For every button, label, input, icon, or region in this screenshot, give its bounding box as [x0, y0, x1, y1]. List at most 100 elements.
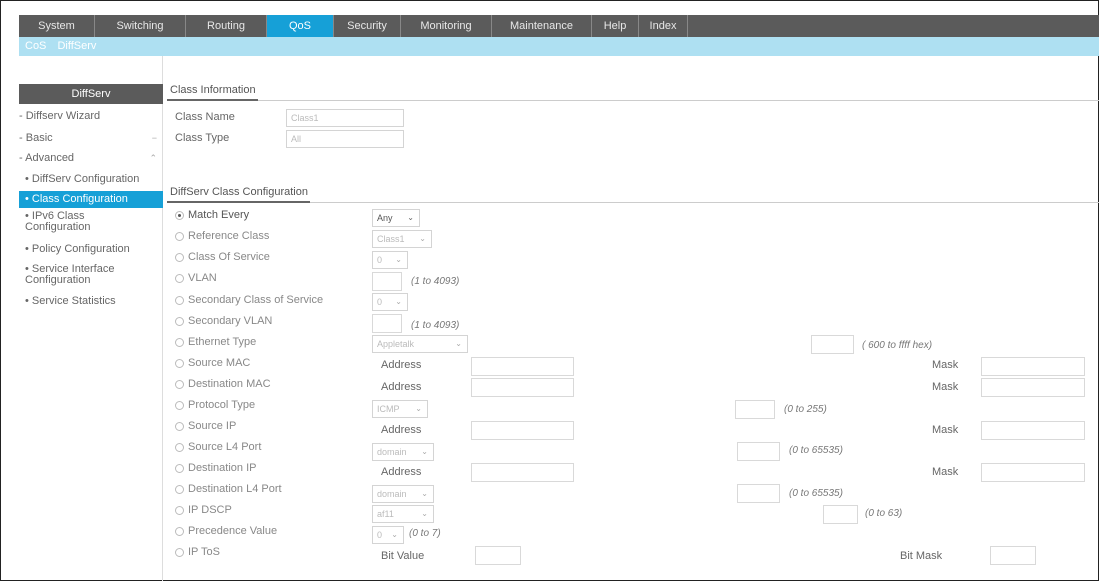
destination-ip-mask-label: Mask	[932, 466, 959, 478]
tab-routing[interactable]: Routing	[186, 15, 267, 37]
secondary-cos-radio[interactable]	[175, 296, 184, 305]
sidebar-item-label: IPv6 Class Configuration	[25, 210, 91, 233]
chevron-down-icon: ⌄	[415, 404, 422, 413]
vlan-input[interactable]	[372, 272, 402, 291]
reference-class-radio[interactable]	[175, 232, 184, 241]
secondary-vlan-radio[interactable]	[175, 317, 184, 326]
page-frame	[0, 0, 1099, 581]
sidebar-item-service-interface-configuration[interactable]: • Service Interface Configuration	[19, 264, 139, 286]
tab-switching[interactable]: Switching	[95, 15, 186, 37]
ip-tos-label: IP ToS	[188, 546, 221, 558]
source-mac-radio[interactable]	[175, 359, 184, 368]
tab-monitoring[interactable]: Monitoring	[401, 15, 492, 37]
class-info-underline	[167, 99, 258, 101]
ethernet-type-input[interactable]	[811, 335, 854, 354]
ip-tos-bit-mask-input[interactable]	[990, 546, 1036, 565]
sidebar-item-advanced[interactable]: - Advanced ⌃	[19, 152, 163, 164]
ip-dscp-input[interactable]	[823, 505, 858, 524]
match-every-select[interactable]: Any ⌄	[372, 209, 420, 227]
destination-l4-port-input[interactable]	[737, 484, 780, 503]
collapse-arrow-icon: ⌃	[149, 153, 157, 163]
ethernet-type-hint: ( 600 to ffff hex)	[862, 340, 933, 351]
reference-class-value: Class1	[377, 234, 405, 244]
vlan-radio[interactable]	[175, 274, 184, 283]
source-l4-port-select[interactable]: domain ⌄	[372, 443, 434, 461]
sidebar-item-label: Class Configuration	[31, 193, 128, 205]
source-mac-address-label: Address	[381, 359, 422, 371]
tab-security[interactable]: Security	[334, 15, 401, 37]
precedence-value-hint: (0 to 7)	[409, 528, 441, 539]
sidebar-item-ipv6-class-configuration[interactable]: • IPv6 Class Configuration	[19, 211, 129, 233]
ip-dscp-select[interactable]: af11 ⌄	[372, 505, 434, 523]
sidebar-item-service-statistics[interactable]: • Service Statistics	[19, 295, 163, 307]
destination-mac-label: Destination MAC	[188, 378, 271, 390]
ip-dscp-radio[interactable]	[175, 506, 184, 515]
source-l4-port-radio[interactable]	[175, 443, 184, 452]
sidebar-item-diffserv-configuration[interactable]: • DiffServ Configuration	[19, 173, 163, 185]
destination-ip-address-input[interactable]	[471, 463, 574, 482]
source-mac-mask-input[interactable]	[981, 357, 1085, 376]
ethernet-type-radio[interactable]	[175, 338, 184, 347]
protocol-type-radio[interactable]	[175, 401, 184, 410]
destination-ip-radio[interactable]	[175, 464, 184, 473]
sidebar-item-label: Diffserv Wizard	[25, 110, 101, 122]
source-ip-radio[interactable]	[175, 422, 184, 431]
tab-system[interactable]: System	[19, 15, 95, 37]
source-ip-address-label: Address	[381, 424, 422, 436]
protocol-type-hint: (0 to 255)	[784, 404, 827, 415]
protocol-type-select[interactable]: ICMP ⌄	[372, 400, 428, 418]
sidebar-item-diffserv-wizard[interactable]: - Diffserv Wizard	[19, 110, 163, 122]
tab-help[interactable]: Help	[592, 15, 639, 37]
ip-tos-bit-value-input[interactable]	[475, 546, 521, 565]
secondary-vlan-input[interactable]	[372, 314, 402, 333]
secondary-vlan-hint: (1 to 4093)	[411, 320, 460, 331]
class-of-service-select[interactable]: 0 ⌄	[372, 251, 408, 269]
match-every-label: Match Every	[188, 209, 250, 221]
reference-class-select[interactable]: Class1 ⌄	[372, 230, 432, 248]
class-of-service-value: 0	[377, 255, 383, 265]
protocol-type-value: ICMP	[377, 404, 400, 414]
source-ip-address-input[interactable]	[471, 421, 574, 440]
ethernet-type-select[interactable]: Appletalk ⌄	[372, 335, 468, 353]
destination-l4-port-hint: (0 to 65535)	[789, 488, 843, 499]
ip-tos-bit-mask-label: Bit Mask	[900, 550, 943, 562]
chevron-down-icon: ⌄	[421, 509, 428, 518]
destination-l4-port-select[interactable]: domain ⌄	[372, 485, 434, 503]
source-l4-port-hint: (0 to 65535)	[789, 445, 843, 456]
sub-nav: CoS DiffServ	[19, 37, 1099, 56]
source-l4-port-value: domain	[377, 447, 407, 457]
top-nav-filler	[688, 15, 1099, 37]
match-every-radio[interactable]	[175, 211, 184, 220]
class-of-service-radio[interactable]	[175, 253, 184, 262]
class-of-service-label: Class Of Service	[188, 251, 270, 263]
sidebar-item-basic[interactable]: - Basic −	[19, 132, 163, 144]
sidebar-item-policy-configuration[interactable]: • Policy Configuration	[19, 243, 163, 255]
sidebar-item-label: Service Statistics	[31, 295, 116, 307]
vlan-label: VLAN	[188, 272, 217, 284]
source-l4-port-label: Source L4 Port	[188, 441, 262, 453]
tab-maintenance[interactable]: Maintenance	[492, 15, 592, 37]
protocol-type-input[interactable]	[735, 400, 775, 419]
secondary-vlan-label: Secondary VLAN	[188, 315, 273, 327]
ip-tos-radio[interactable]	[175, 548, 184, 557]
source-mac-address-input[interactable]	[471, 357, 574, 376]
sidebar-item-label: Basic	[25, 132, 53, 144]
tab-qos[interactable]: QoS	[267, 15, 334, 37]
destination-mac-mask-input[interactable]	[981, 378, 1085, 397]
destination-l4-port-radio[interactable]	[175, 485, 184, 494]
sidebar-item-class-configuration[interactable]: • Class Configuration	[19, 191, 163, 208]
source-ip-mask-label: Mask	[932, 424, 959, 436]
protocol-type-label: Protocol Type	[188, 399, 256, 411]
destination-mac-radio[interactable]	[175, 380, 184, 389]
subnav-cos[interactable]: CoS	[25, 40, 46, 52]
destination-ip-mask-input[interactable]	[981, 463, 1085, 482]
source-l4-port-input[interactable]	[737, 442, 780, 461]
precedence-value-select[interactable]: 0 ⌄	[372, 526, 404, 544]
tab-index[interactable]: Index	[639, 15, 688, 37]
source-ip-mask-input[interactable]	[981, 421, 1085, 440]
subnav-diffserv[interactable]: DiffServ	[57, 40, 96, 52]
secondary-cos-select[interactable]: 0 ⌄	[372, 293, 408, 311]
precedence-value-radio[interactable]	[175, 527, 184, 536]
destination-l4-port-value: domain	[377, 489, 407, 499]
destination-mac-address-input[interactable]	[471, 378, 574, 397]
